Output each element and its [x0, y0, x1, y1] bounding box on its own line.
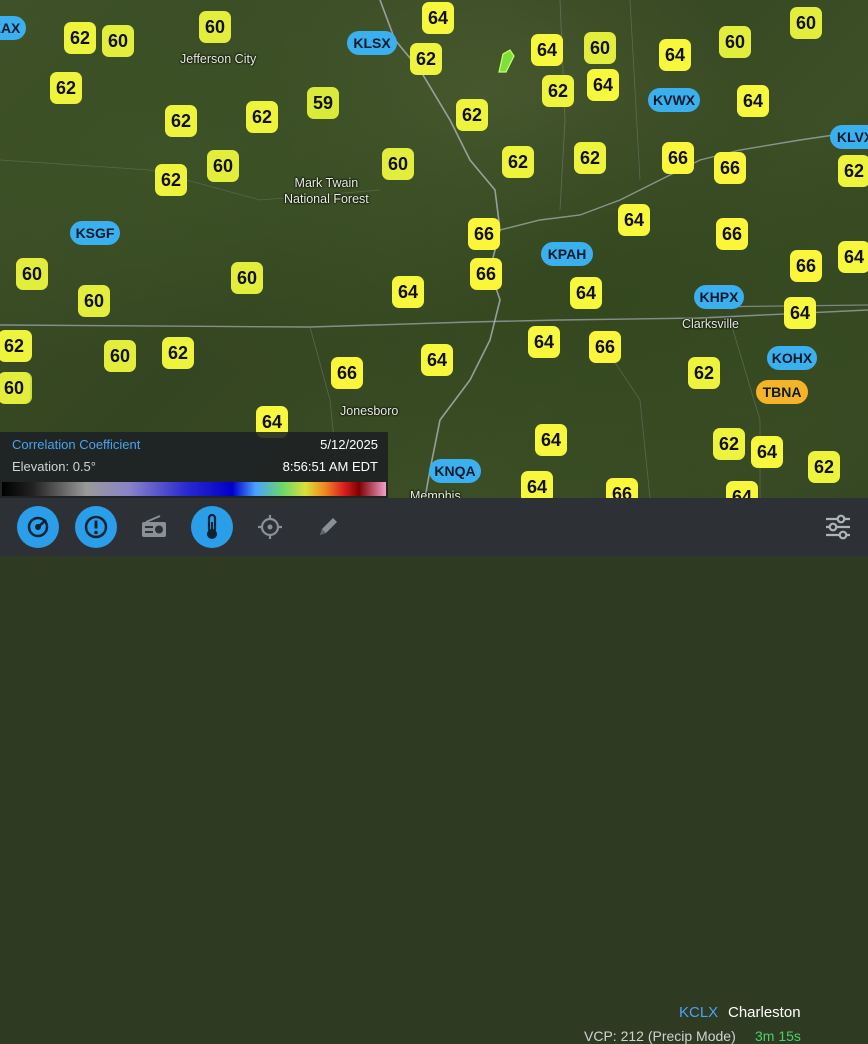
temperature-marker[interactable]: 62	[456, 99, 488, 131]
radar-station-marker[interactable]: KHPX	[694, 285, 744, 309]
bottom-toolbar: KCLX Charleston VCP: 212 (Precip Mode) 3…	[0, 498, 868, 1044]
temperature-marker[interactable]: 60	[207, 150, 239, 182]
settings-sliders-icon	[826, 514, 850, 540]
alert-icon	[84, 515, 108, 539]
temperature-marker[interactable]: 64	[421, 344, 453, 376]
radar-sweep-icon	[27, 516, 49, 538]
temperature-button[interactable]	[191, 506, 233, 548]
temperature-marker[interactable]: 60	[78, 285, 110, 317]
temperature-marker[interactable]: 64	[737, 85, 769, 117]
radar-station-marker[interactable]: KNQA	[429, 459, 481, 483]
temperature-marker[interactable]: 62	[0, 330, 30, 362]
place-mark-twain-national-forest: Mark Twain National Forest	[284, 176, 369, 206]
temperature-marker[interactable]: 62	[246, 101, 278, 133]
radio-icon	[142, 515, 166, 537]
temperature-marker[interactable]: 66	[606, 478, 638, 498]
temperature-marker[interactable]: 60	[382, 148, 414, 180]
radar-map[interactable]: 6260606262596260626060606062606255646262…	[0, 0, 868, 498]
radar-station-marker[interactable]: KLVX	[830, 125, 868, 149]
radar-station-marker[interactable]: KOHX	[767, 346, 817, 370]
temperature-marker[interactable]: 64	[659, 39, 691, 71]
radar-station-marker[interactable]: KVWX	[648, 88, 700, 112]
scan-age: 3m 15s	[755, 1028, 801, 1044]
settings-button[interactable]	[817, 506, 859, 548]
temperature-marker[interactable]: 62	[410, 43, 442, 75]
place-jonesboro: Jonesboro	[340, 404, 399, 418]
radar-station-marker[interactable]: KLSX	[347, 31, 397, 55]
temperature-marker[interactable]: 60	[0, 372, 30, 404]
location-button[interactable]	[249, 506, 291, 548]
warning-polygon	[498, 49, 515, 73]
thermometer-icon	[207, 513, 217, 539]
temperature-marker[interactable]: 66	[470, 258, 502, 290]
temperature-marker[interactable]: 64	[392, 276, 424, 308]
temperature-marker[interactable]: 60	[199, 11, 231, 43]
temperature-marker[interactable]: 60	[104, 340, 136, 372]
temperature-marker[interactable]: 66	[716, 218, 748, 250]
temperature-marker[interactable]: 62	[50, 72, 82, 104]
radar-site-city[interactable]: Charleston	[728, 1004, 801, 1021]
temperature-marker[interactable]: 60	[16, 258, 48, 290]
radar-station-marker[interactable]: KSGF	[70, 221, 120, 245]
temperature-marker[interactable]: 60	[102, 25, 134, 57]
elevation-label: Elevation: 0.5°	[12, 459, 96, 474]
temperature-marker[interactable]: 62	[165, 105, 197, 137]
temperature-marker[interactable]: 64	[751, 436, 783, 468]
radar-station-marker[interactable]: TBNA	[756, 380, 808, 404]
temperature-marker[interactable]: 66	[714, 152, 746, 184]
temperature-marker[interactable]: 60	[790, 7, 822, 39]
crosshair-icon	[258, 515, 282, 539]
temperature-marker[interactable]: 59	[307, 87, 339, 119]
temperature-marker[interactable]: 64	[784, 297, 816, 329]
temperature-marker[interactable]: 66	[589, 331, 621, 363]
temperature-marker[interactable]: 64	[535, 424, 567, 456]
radar-button[interactable]	[17, 506, 59, 548]
temperature-marker[interactable]: 62	[688, 357, 720, 389]
temperature-marker[interactable]: 66	[790, 250, 822, 282]
alerts-button[interactable]	[75, 506, 117, 548]
temperature-marker[interactable]: 60	[231, 262, 263, 294]
temperature-marker[interactable]: 64	[531, 34, 563, 66]
temperature-marker[interactable]: 62	[574, 142, 606, 174]
temperature-marker[interactable]: 64	[570, 277, 602, 309]
temperature-marker[interactable]: 64	[422, 2, 454, 34]
temperature-marker[interactable]: 60	[584, 32, 616, 64]
temperature-marker[interactable]: 64	[528, 326, 560, 358]
scan-date: 5/12/2025	[320, 437, 378, 452]
temperature-marker[interactable]: 64	[726, 481, 758, 498]
temperature-marker[interactable]: 62	[64, 22, 96, 54]
place-clarksville: Clarksville	[682, 317, 739, 331]
temperature-marker[interactable]: 62	[713, 428, 745, 460]
temperature-marker[interactable]: 62	[502, 146, 534, 178]
radar-station-marker[interactable]: KPAH	[541, 242, 593, 266]
temperature-marker[interactable]: 62	[155, 164, 187, 196]
temperature-marker[interactable]: 64	[618, 204, 650, 236]
temperature-marker[interactable]: 62	[808, 451, 840, 483]
vcp-mode: VCP: 212 (Precip Mode)	[584, 1028, 736, 1044]
temperature-marker[interactable]: 62	[162, 337, 194, 369]
radar-site-id[interactable]: KCLX	[679, 1004, 718, 1021]
place-jefferson-city: Jefferson City	[180, 52, 257, 66]
place-memphis: Memphis	[410, 489, 461, 498]
temperature-marker[interactable]: 64	[587, 69, 619, 101]
scan-time: 8:56:51 AM EDT	[282, 459, 378, 474]
color-scale-bar	[2, 482, 386, 496]
pencil-icon	[320, 518, 337, 535]
temperature-marker[interactable]: 62	[542, 75, 574, 107]
product-legend: Correlation Coefficient Elevation: 0.5° …	[0, 432, 388, 498]
temperature-marker[interactable]: 62	[838, 155, 868, 187]
radio-button[interactable]	[133, 506, 175, 548]
draw-button[interactable]	[307, 506, 349, 548]
temperature-marker[interactable]: 64	[521, 471, 553, 498]
temperature-marker[interactable]: 66	[331, 357, 363, 389]
radar-station-marker[interactable]: EAX	[0, 16, 26, 40]
temperature-marker[interactable]: 66	[468, 218, 500, 250]
product-name[interactable]: Correlation Coefficient	[12, 437, 140, 452]
temperature-marker[interactable]: 60	[719, 26, 751, 58]
temperature-marker[interactable]: 66	[662, 142, 694, 174]
temperature-marker[interactable]: 64	[838, 241, 868, 273]
